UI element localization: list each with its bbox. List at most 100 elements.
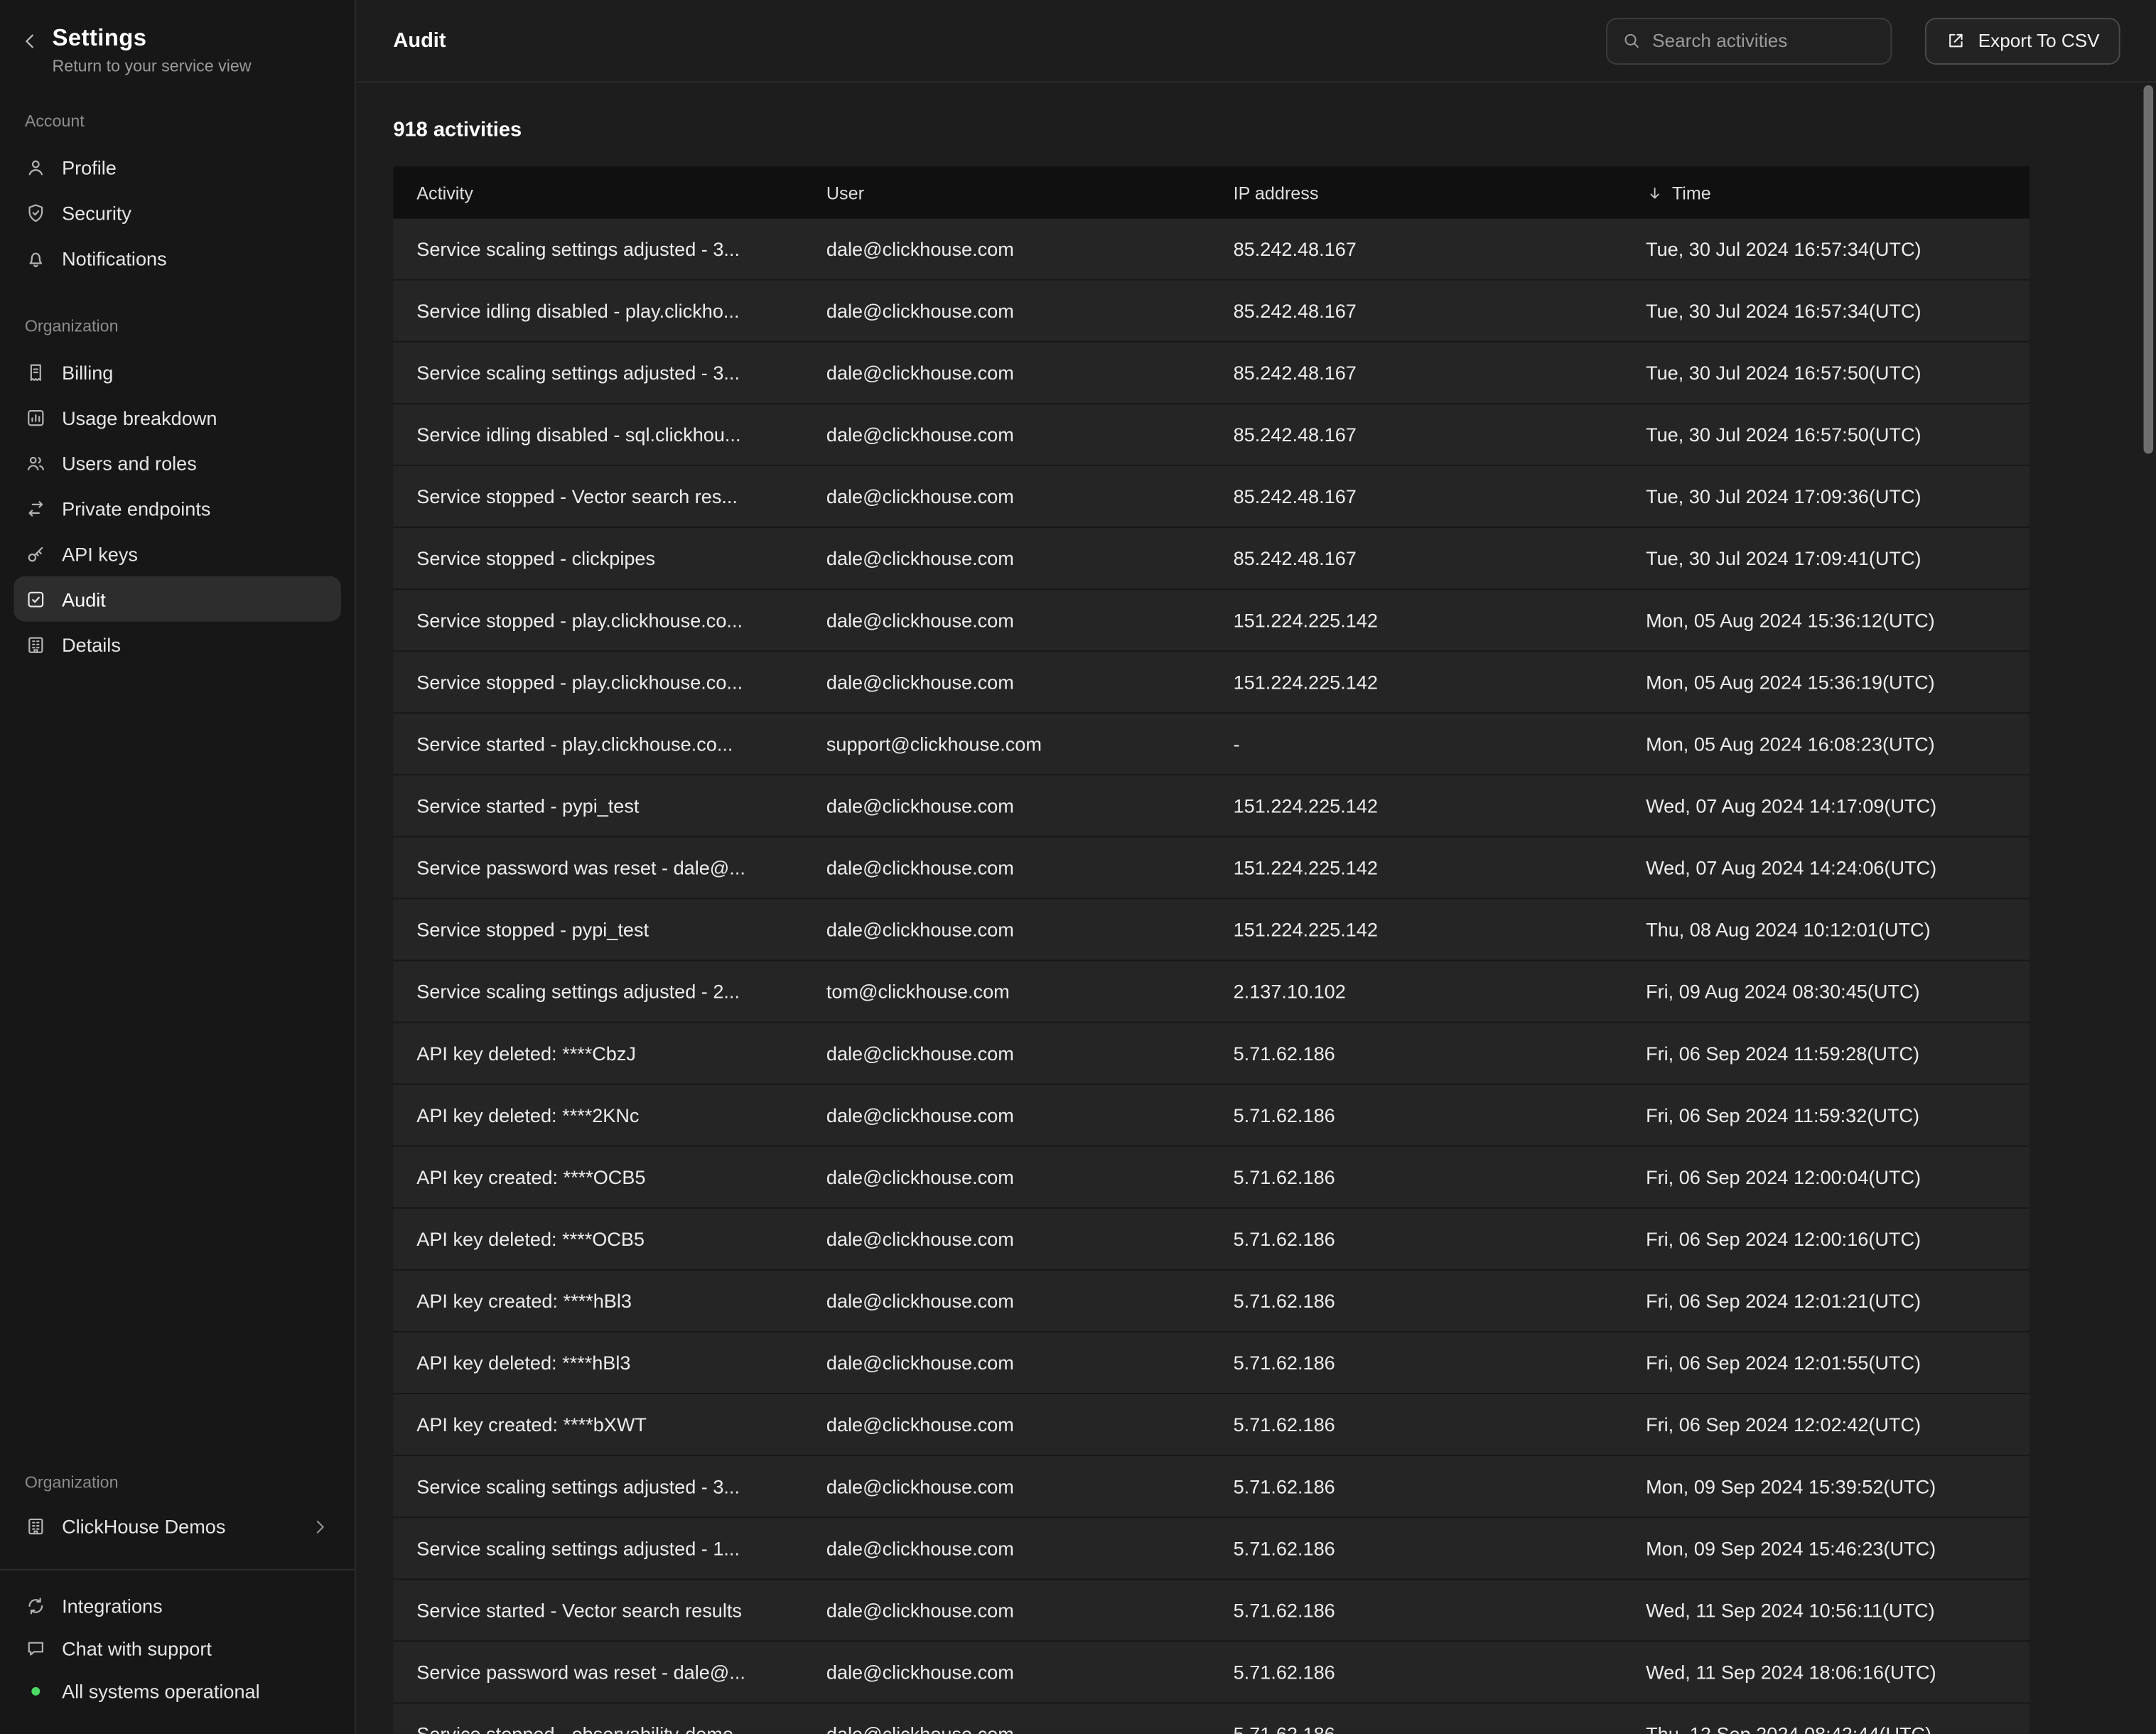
- user-icon: [25, 156, 47, 178]
- table-row: Service stopped - Vector search res...da…: [393, 466, 2030, 528]
- cell-activity: Service stopped - Vector search res...: [393, 485, 803, 507]
- cell-time: Tue, 30 Jul 2024 17:09:36(UTC): [1622, 485, 2030, 507]
- cell-time: Fri, 06 Sep 2024 12:01:55(UTC): [1622, 1352, 2030, 1374]
- sidebar: Settings Return to your service view Acc…: [0, 0, 356, 1734]
- footer-item-label: All systems operational: [62, 1679, 260, 1701]
- sidebar-item-label: Billing: [62, 361, 113, 383]
- search-input[interactable]: [1652, 31, 1876, 51]
- column-header-ip-address[interactable]: IP address: [1210, 182, 1622, 203]
- table-row: Service scaling settings adjusted - 2...…: [393, 961, 2030, 1023]
- search-box[interactable]: [1605, 17, 1891, 64]
- cell-activity: Service password was reset - dale@...: [393, 1661, 803, 1683]
- column-header-label: IP address: [1234, 182, 1319, 203]
- cell-ip-address: 5.71.62.186: [1210, 1537, 1622, 1559]
- sidebar-item-audit[interactable]: Audit: [14, 576, 341, 622]
- cell-activity: Service stopped - observability-demo: [393, 1723, 803, 1733]
- topbar: Audit Export To CSV: [357, 0, 2156, 82]
- cell-ip-address: 85.242.48.167: [1210, 362, 1622, 384]
- cell-time: Mon, 05 Aug 2024 15:36:12(UTC): [1622, 609, 2030, 631]
- bell-icon: [25, 247, 47, 269]
- cell-user: dale@clickhouse.com: [803, 238, 1210, 260]
- cell-activity: API key deleted: ****2KNc: [393, 1104, 803, 1126]
- cell-activity: API key created: ****bXWT: [393, 1413, 803, 1436]
- table-row: Service password was reset - dale@...dal…: [393, 837, 2030, 899]
- cell-time: Tue, 30 Jul 2024 16:57:50(UTC): [1622, 424, 2030, 446]
- cell-time: Mon, 05 Aug 2024 15:36:19(UTC): [1622, 671, 2030, 693]
- sidebar-item-notifications[interactable]: Notifications: [14, 235, 341, 281]
- cell-ip-address: 85.242.48.167: [1210, 547, 1622, 569]
- sidebar-item-users-and-roles[interactable]: Users and roles: [14, 440, 341, 485]
- users-icon: [25, 452, 47, 474]
- table-row: Service started - play.clickhouse.co...s…: [393, 713, 2030, 775]
- cell-user: dale@clickhouse.com: [803, 1661, 1210, 1683]
- cell-activity: API key created: ****hBl3: [393, 1290, 803, 1312]
- integrations-icon: [25, 1595, 47, 1617]
- sidebar-item-usage-breakdown[interactable]: Usage breakdown: [14, 394, 341, 440]
- org-building-icon: [25, 1515, 47, 1537]
- footer-item-integrations[interactable]: Integrations: [14, 1584, 341, 1627]
- sidebar-item-billing[interactable]: Billing: [14, 349, 341, 394]
- cell-ip-address: 85.242.48.167: [1210, 424, 1622, 446]
- column-header-time[interactable]: Time: [1622, 182, 2030, 203]
- sidebar-section-label-account: Account: [25, 112, 341, 131]
- cell-user: dale@clickhouse.com: [803, 1043, 1210, 1065]
- table-row: API key deleted: ****2KNcdale@clickhouse…: [393, 1085, 2030, 1147]
- table-row: API key deleted: ****OCB5dale@clickhouse…: [393, 1209, 2030, 1271]
- cell-activity: Service stopped - clickpipes: [393, 547, 803, 569]
- cell-activity: API key deleted: ****hBl3: [393, 1352, 803, 1374]
- column-header-activity[interactable]: Activity: [393, 182, 803, 203]
- column-header-label: User: [826, 182, 864, 203]
- sidebar-footer: IntegrationsChat with support All systems…: [0, 1569, 355, 1734]
- cell-activity: Service idling disabled - play.clickho..…: [393, 300, 803, 322]
- cell-ip-address: 5.71.62.186: [1210, 1104, 1622, 1126]
- sidebar-item-details[interactable]: Details: [14, 622, 341, 667]
- table-row: Service scaling settings adjusted - 3...…: [393, 343, 2030, 404]
- page-title: Audit: [393, 29, 446, 53]
- sidebar-section-label-organization: Organization: [25, 316, 341, 335]
- export-csv-button[interactable]: Export To CSV: [1924, 17, 2120, 64]
- sidebar-item-label: Usage breakdown: [62, 406, 217, 429]
- cell-time: Tue, 30 Jul 2024 16:57:34(UTC): [1622, 238, 2030, 260]
- cell-activity: Service scaling settings adjusted - 1...: [393, 1537, 803, 1559]
- back-chevron-icon[interactable]: [19, 31, 41, 53]
- main-panel: Audit Export To CSV 918 activities Activ…: [357, 0, 2156, 1734]
- cell-user: dale@clickhouse.com: [803, 300, 1210, 322]
- scrollbar-thumb[interactable]: [2144, 85, 2154, 454]
- sidebar-item-label: Notifications: [62, 247, 167, 269]
- table-row: Service started - Vector search resultsd…: [393, 1580, 2030, 1642]
- audit-check-icon: [25, 588, 47, 610]
- cell-time: Mon, 09 Sep 2024 15:39:52(UTC): [1622, 1475, 2030, 1497]
- content-area: 918 activities ActivityUserIP addressTim…: [357, 82, 2156, 1734]
- sidebar-item-private-endpoints[interactable]: Private endpoints: [14, 485, 341, 531]
- cell-activity: Service started - play.clickhouse.co...: [393, 733, 803, 755]
- cell-time: Fri, 06 Sep 2024 12:00:04(UTC): [1622, 1166, 2030, 1188]
- sidebar-item-profile[interactable]: Profile: [14, 144, 341, 190]
- cell-activity: API key created: ****OCB5: [393, 1166, 803, 1188]
- org-switcher[interactable]: ClickHouse Demos: [14, 1503, 341, 1550]
- building-icon: [25, 633, 47, 655]
- cell-ip-address: 5.71.62.186: [1210, 1352, 1622, 1374]
- cell-ip-address: 151.224.225.142: [1210, 795, 1622, 817]
- table-header-row: Activity User IP address Time: [393, 166, 2030, 219]
- sidebar-item-security[interactable]: Security: [14, 190, 341, 235]
- app-root: Settings Return to your service view Acc…: [0, 0, 2156, 1734]
- table-row: Service stopped - clickpipesdale@clickho…: [393, 528, 2030, 590]
- table-row: Service stopped - observability-demodale…: [393, 1703, 2030, 1734]
- cell-time: Tue, 30 Jul 2024 16:57:34(UTC): [1622, 300, 2030, 322]
- sidebar-item-api-keys[interactable]: API keys: [14, 531, 341, 576]
- cell-ip-address: 151.224.225.142: [1210, 671, 1622, 693]
- cell-ip-address: 5.71.62.186: [1210, 1228, 1622, 1250]
- key-icon: [25, 542, 47, 564]
- cell-time: Wed, 11 Sep 2024 10:56:11(UTC): [1622, 1599, 2030, 1621]
- cell-ip-address: -: [1210, 733, 1622, 755]
- column-header-label: Time: [1672, 182, 1711, 203]
- cell-user: dale@clickhouse.com: [803, 919, 1210, 941]
- return-to-service-link[interactable]: Return to your service view: [53, 56, 252, 75]
- footer-item-all-systems-operational[interactable]: All systems operational: [14, 1669, 341, 1712]
- footer-item-chat-with-support[interactable]: Chat with support: [14, 1627, 341, 1669]
- sidebar-item-label: Private endpoints: [62, 497, 210, 519]
- cell-user: dale@clickhouse.com: [803, 1413, 1210, 1436]
- column-header-user[interactable]: User: [803, 182, 1210, 203]
- cell-user: dale@clickhouse.com: [803, 485, 1210, 507]
- status-dot-icon: [25, 1679, 47, 1701]
